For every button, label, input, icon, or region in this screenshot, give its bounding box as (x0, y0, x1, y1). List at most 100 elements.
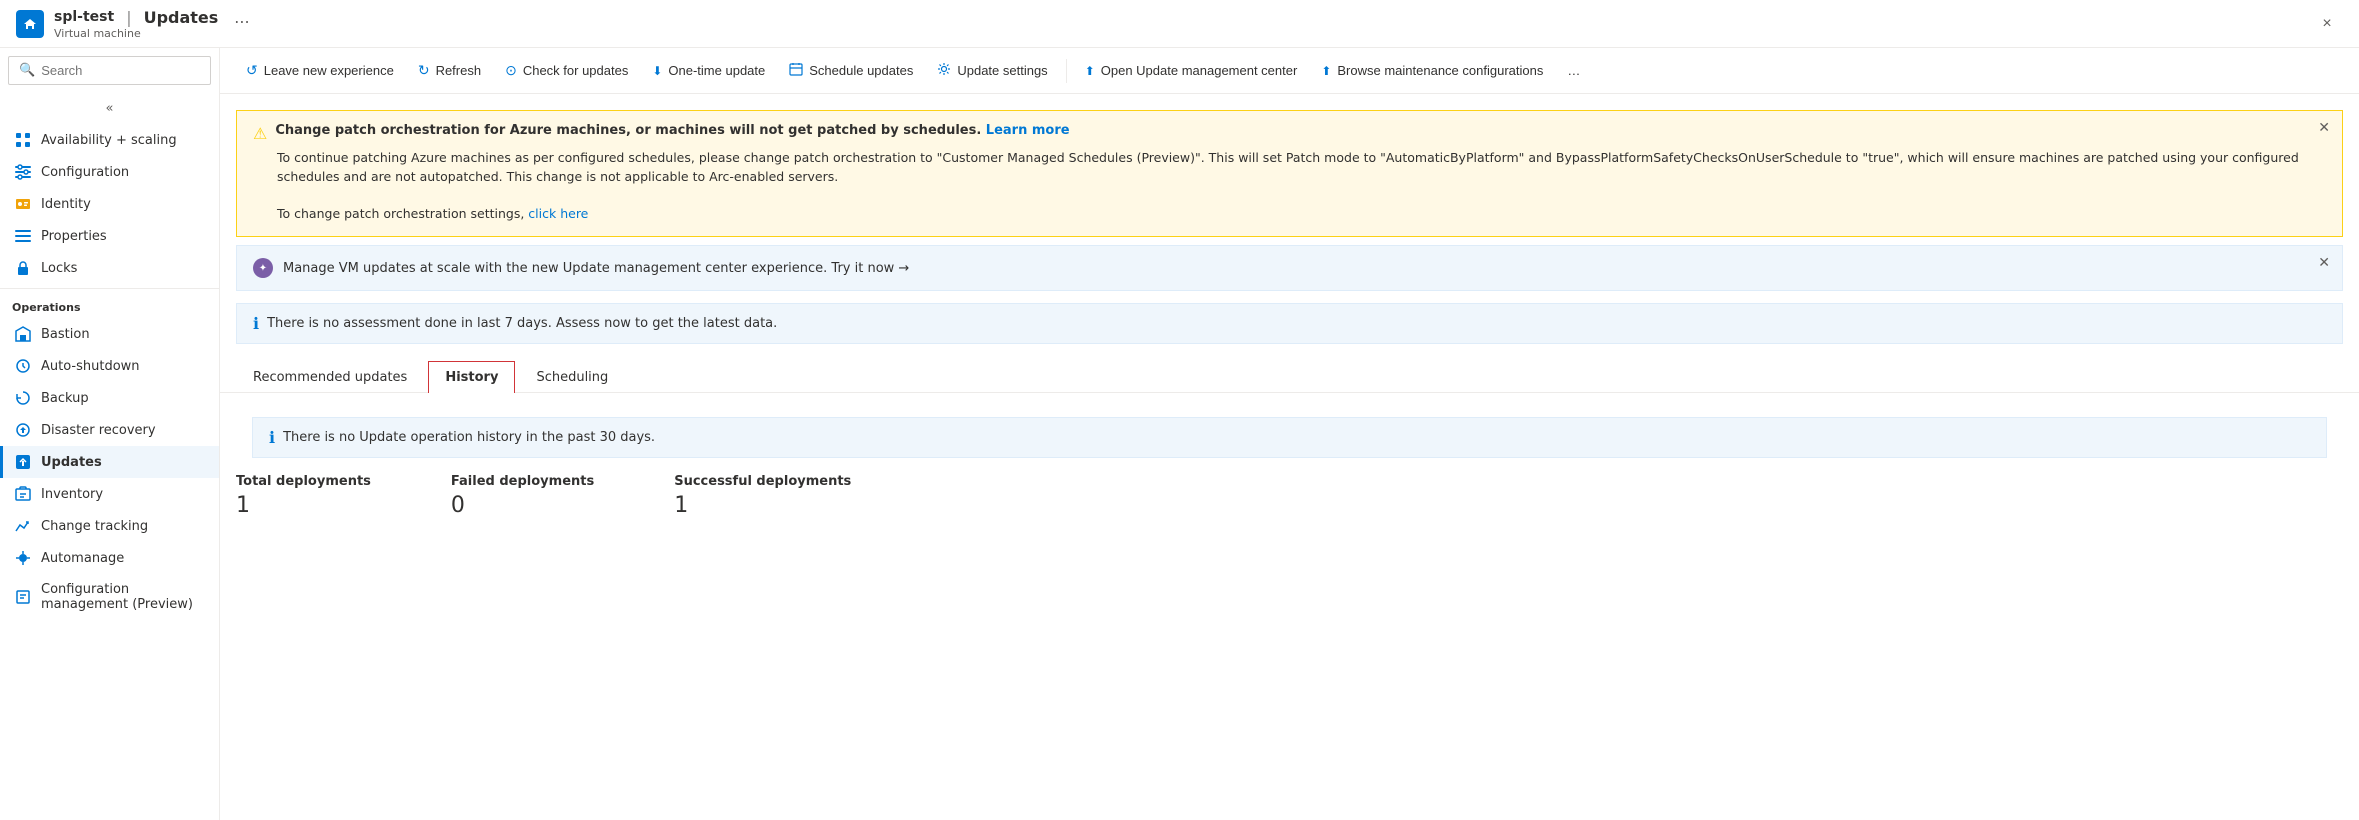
update-settings-button[interactable]: Update settings (927, 56, 1057, 85)
one-time-update-icon: ⬇ (652, 64, 662, 78)
sidebar-item-label: Change tracking (41, 519, 148, 534)
click-here-link[interactable]: click here (528, 206, 588, 221)
promo-icon: ✦ (253, 258, 273, 278)
search-box[interactable]: 🔍 (8, 56, 211, 85)
sidebar-item-label: Locks (41, 261, 77, 276)
learn-more-link[interactable]: Learn more (986, 123, 1070, 138)
successful-deployments-label: Successful deployments (674, 474, 851, 489)
warning-alert-body: To continue patching Azure machines as p… (277, 149, 2326, 224)
sidebar-item[interactable]: Properties (0, 220, 219, 252)
sidebar-item-label: Availability + scaling (41, 133, 177, 148)
search-input[interactable] (41, 63, 200, 78)
no-history-icon: ℹ (269, 428, 275, 447)
disaster-recovery-icon (15, 422, 31, 438)
promo-alert-text: Manage VM updates at scale with the new … (283, 261, 909, 276)
warning-alert-title: Change patch orchestration for Azure mac… (275, 123, 1069, 138)
assessment-info-banner: ℹ There is no assessment done in last 7 … (236, 303, 2343, 344)
sidebar-item-label: Configuration (41, 165, 129, 180)
sidebar-item[interactable]: Availability + scaling (0, 124, 219, 156)
browse-maintenance-icon: ⬆ (1321, 64, 1331, 78)
close-button[interactable]: × (2311, 8, 2343, 40)
sidebar-item[interactable]: Locks (0, 252, 219, 284)
configuration-icon (15, 164, 31, 180)
promo-alert-close[interactable]: ✕ (2318, 254, 2330, 271)
config-mgmt-icon (15, 589, 31, 605)
failed-deployments-stat: Failed deployments 0 (451, 474, 594, 518)
search-icon: 🔍 (19, 63, 35, 78)
successful-deployments-value: 1 (674, 493, 851, 518)
tab-scheduling[interactable]: Scheduling (519, 361, 625, 393)
sidebar-item-autoshutdown[interactable]: Auto-shutdown (0, 350, 219, 382)
toolbar-separator (1066, 59, 1067, 83)
header-resource-name: spl-test (54, 9, 114, 25)
header-page-title: Updates (144, 8, 219, 27)
header-ellipsis[interactable]: ... (234, 8, 249, 27)
browse-maintenance-configurations-button[interactable]: ⬆ Browse maintenance configurations (1311, 57, 1553, 84)
total-deployments-stat: Total deployments 1 (236, 474, 371, 518)
no-history-info: ℹ There is no Update operation history i… (252, 417, 2327, 458)
more-options-button[interactable]: … (1557, 57, 1590, 84)
tab-recommended-updates[interactable]: Recommended updates (236, 361, 424, 393)
sidebar-item[interactable]: Identity (0, 188, 219, 220)
top-header: spl-test | Updates ... Virtual machine × (0, 0, 2359, 48)
sidebar-item-change-tracking[interactable]: Change tracking (0, 510, 219, 542)
failed-deployments-value: 0 (451, 493, 594, 518)
sidebar-item-backup[interactable]: Backup (0, 382, 219, 414)
open-umc-icon: ⬆ (1085, 64, 1095, 78)
warning-alert: ✕ ⚠ Change patch orchestration for Azure… (236, 110, 2343, 237)
sidebar: 🔍 « Availability + scaling Configuration… (0, 48, 220, 820)
bastion-icon (15, 326, 31, 342)
sidebar-item-automanage[interactable]: Automanage (0, 542, 219, 574)
sidebar-item-bastion[interactable]: Bastion (0, 318, 219, 350)
content-area: ↺ Leave new experience ↻ Refresh ⊙ Check… (220, 48, 2359, 820)
sidebar-item-label: Backup (41, 391, 89, 406)
sidebar-item-label: Auto-shutdown (41, 359, 140, 374)
schedule-updates-icon (789, 62, 803, 79)
failed-deployments-label: Failed deployments (451, 474, 594, 489)
toolbar: ↺ Leave new experience ↻ Refresh ⊙ Check… (220, 48, 2359, 94)
sidebar-item-config-mgmt[interactable]: Configuration management (Preview) (0, 574, 219, 620)
update-settings-icon (937, 62, 951, 79)
sidebar-item-disaster-recovery[interactable]: Disaster recovery (0, 414, 219, 446)
automanage-icon (15, 550, 31, 566)
collapse-sidebar-button[interactable]: « (8, 97, 211, 120)
schedule-updates-button[interactable]: Schedule updates (779, 56, 923, 85)
warning-icon: ⚠ (253, 124, 267, 143)
tab-history[interactable]: History (428, 361, 515, 393)
leave-new-experience-icon: ↺ (246, 62, 258, 79)
history-content: ℹ There is no Update operation history i… (220, 393, 2359, 534)
no-history-text: There is no Update operation history in … (283, 430, 655, 445)
properties-icon (15, 228, 31, 244)
sidebar-item-label: Updates (41, 455, 102, 470)
operations-section-header: Operations (0, 288, 219, 318)
more-options-icon: … (1567, 63, 1580, 78)
refresh-button[interactable]: ↻ Refresh (408, 56, 491, 85)
sidebar-item-label: Inventory (41, 487, 103, 502)
open-update-management-center-button[interactable]: ⬆ Open Update management center (1075, 57, 1308, 84)
one-time-update-button[interactable]: ⬇ One-time update (642, 57, 775, 84)
successful-deployments-stat: Successful deployments 1 (674, 474, 851, 518)
identity-icon (15, 196, 31, 212)
sidebar-item[interactable]: Configuration (0, 156, 219, 188)
updates-icon (15, 454, 31, 470)
tabs-container: Recommended updates History Scheduling (220, 344, 2359, 393)
sidebar-item-label: Automanage (41, 551, 124, 566)
warning-alert-close[interactable]: ✕ (2318, 119, 2330, 136)
availability-scaling-icon (15, 132, 31, 148)
sidebar-item-label: Identity (41, 197, 91, 212)
leave-new-experience-button[interactable]: ↺ Leave new experience (236, 56, 404, 85)
assessment-info-icon: ℹ (253, 314, 259, 333)
locks-icon (15, 260, 31, 276)
sidebar-item-updates[interactable]: Updates (0, 446, 219, 478)
promo-alert: ✕ ✦ Manage VM updates at scale with the … (236, 245, 2343, 291)
check-for-updates-button[interactable]: ⊙ Check for updates (495, 56, 638, 85)
change-tracking-icon (15, 518, 31, 534)
sidebar-item-label: Configuration management (Preview) (41, 582, 207, 612)
total-deployments-value: 1 (236, 493, 371, 518)
stats-row: Total deployments 1 Failed deployments 0… (236, 474, 2343, 518)
header-resource-info: spl-test | Updates ... Virtual machine (54, 8, 250, 40)
refresh-icon: ↻ (418, 62, 430, 79)
sidebar-item-inventory[interactable]: Inventory (0, 478, 219, 510)
backup-icon (15, 390, 31, 406)
sidebar-item-label: Properties (41, 229, 107, 244)
